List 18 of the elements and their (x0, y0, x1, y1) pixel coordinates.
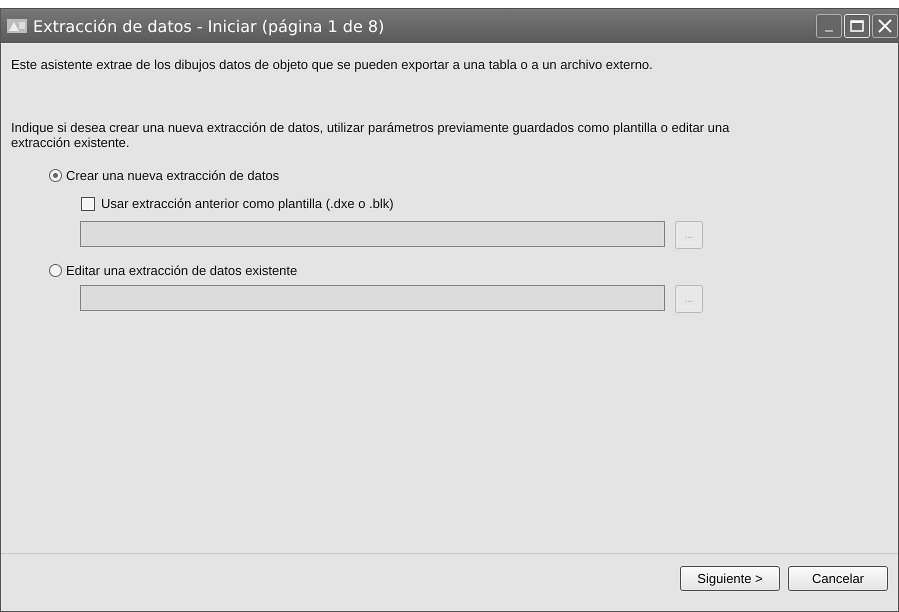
close-button[interactable] (872, 14, 898, 38)
dialog-button[interactable]: Cancelar (788, 566, 888, 591)
maximize-icon (850, 20, 864, 32)
maximize-button[interactable] (844, 14, 870, 38)
radio-label[interactable]: Editar una extracción de datos existente (66, 262, 298, 278)
close-icon (878, 19, 892, 33)
checkbox-label[interactable]: Usar extracción anterior como plantilla (.dxe o .blk) (101, 196, 394, 211)
prompt-text: Indique si desea crear una nueva extracción de datos, utilizar parámetros previamente guardados como plantilla o editar una extracción existente. (11, 120, 730, 150)
intro-text: Este asistente extrae de los dibujos datos de objeto que se pueden exportar a una tabla o a un archivo externo. (11, 57, 654, 72)
minimize-icon (825, 30, 833, 32)
minimize-button[interactable] (816, 14, 842, 38)
radio-button[interactable] (49, 264, 62, 276)
app-icon (7, 18, 27, 34)
checkbox[interactable] (81, 196, 95, 210)
radio-label[interactable]: Crear una nueva extracción de datos (66, 168, 280, 182)
radio-button[interactable] (49, 168, 62, 182)
dialog-button[interactable]: Siguiente > (680, 566, 780, 591)
window-title: Extracción de datos - Iniciar (página 1 de 8) (33, 16, 386, 36)
